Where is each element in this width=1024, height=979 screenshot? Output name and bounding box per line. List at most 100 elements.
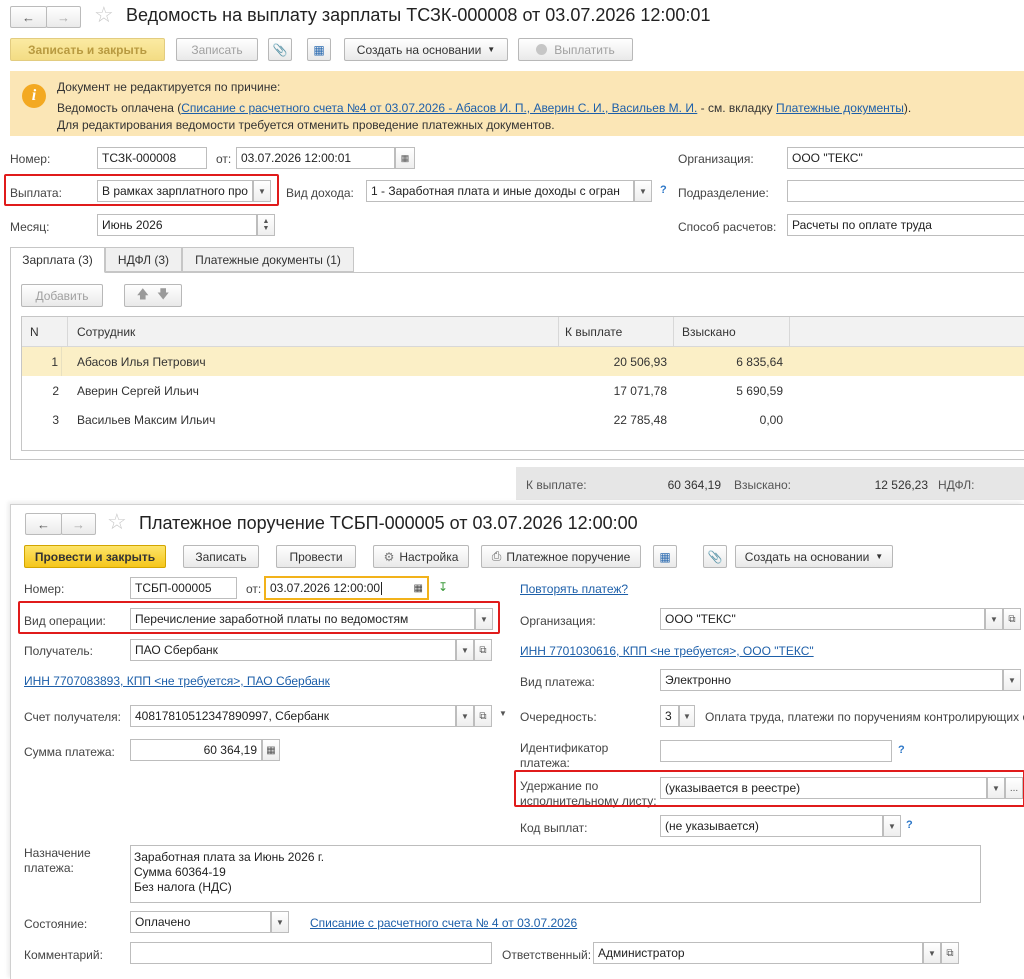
move-down-icon[interactable]: 🡇: [157, 285, 169, 306]
table-row[interactable]: 1 Абасов Илья Петрович 20 506,93 6 835,6…: [22, 347, 1024, 376]
coin-icon: [536, 44, 548, 55]
fill-down-icon[interactable]: ↧: [438, 580, 448, 594]
save-button[interactable]: Записать: [183, 545, 259, 568]
number-field[interactable]: ТСЗК-000008: [97, 147, 207, 169]
save-button[interactable]: Записать: [176, 38, 258, 61]
back-button[interactable]: ←: [10, 6, 47, 28]
forward-button[interactable]: →: [61, 513, 96, 535]
purpose-line: Заработная плата за Июнь 2026 г.: [134, 850, 325, 864]
col-employee[interactable]: Сотрудник: [77, 317, 135, 347]
account-dropdown-icon[interactable]: ▼: [456, 705, 474, 727]
responsible-field[interactable]: Администратор: [593, 942, 923, 964]
favorite-star-icon[interactable]: ☆: [107, 511, 127, 533]
recipient-field[interactable]: ПАО Сбербанк: [130, 639, 456, 661]
identifier-help-icon[interactable]: ?: [898, 744, 905, 756]
paycode-field[interactable]: (не указывается): [660, 815, 883, 837]
gear-icon: ⚙: [383, 549, 395, 564]
col-withheld[interactable]: Взыскано: [682, 317, 736, 347]
priority-dropdown-icon[interactable]: ▼: [679, 705, 695, 727]
create-based-button[interactable]: Создать на основании ▼: [344, 38, 508, 61]
calendar-icon[interactable]: ▦: [414, 583, 423, 594]
withheld-amount: 5 690,59: [736, 383, 783, 398]
col-pay[interactable]: К выплате: [565, 317, 622, 347]
income-dropdown-icon[interactable]: ▼: [634, 180, 652, 202]
payment-docs-link[interactable]: Платежные документы: [776, 101, 904, 115]
table-row[interactable]: 2 Аверин Сергей Ильич 17 071,78 5 690,59: [22, 376, 1024, 405]
responsible-dropdown-icon[interactable]: ▼: [923, 942, 941, 964]
row-number: 2: [52, 383, 59, 398]
number-field[interactable]: ТСБП-000005: [130, 577, 237, 599]
priority-field[interactable]: 3: [660, 705, 679, 727]
table-row[interactable]: 3 Васильев Максим Ильич 22 785,48 0,00: [22, 405, 1024, 434]
structure-icon[interactable]: ▦: [307, 38, 331, 61]
state-dropdown-icon[interactable]: ▼: [271, 911, 289, 933]
chevron-down-icon: ▼: [875, 552, 884, 561]
writeoff-document-link[interactable]: Списание с расчетного счета № 4 от 03.07…: [310, 916, 577, 930]
pay-button[interactable]: Выплатить: [518, 38, 633, 61]
create-based-button[interactable]: Создать на основании ▼: [735, 545, 893, 568]
settings-button[interactable]: ⚙ Настройка: [373, 545, 469, 568]
dept-label: Подразделение:: [678, 186, 769, 200]
date-field[interactable]: 03.07.2026 12:00:00 ▦: [264, 576, 429, 600]
paytype-dropdown-icon[interactable]: ▼: [1003, 669, 1021, 691]
favorite-star-icon[interactable]: ☆: [94, 4, 114, 26]
account-open-icon[interactable]: ⧉: [474, 705, 492, 727]
col-n[interactable]: N: [30, 317, 39, 347]
state-field[interactable]: Оплачено: [130, 911, 271, 933]
payment-order-print-button[interactable]: ⎙ Платежное поручение: [481, 545, 641, 568]
header-separator: [789, 317, 790, 347]
identifier-field[interactable]: [660, 740, 892, 762]
forward-button[interactable]: →: [46, 6, 81, 28]
month-spinner-icon[interactable]: ▲ ▼: [257, 214, 275, 236]
recipient-inn-link[interactable]: ИНН 7707083893, КПП <не требуется>, ПАО …: [24, 674, 330, 688]
create-based-label: Создать на основании: [356, 42, 482, 57]
post-close-button[interactable]: Провести и закрыть: [24, 545, 166, 568]
amount-field[interactable]: 60 364,19: [130, 739, 262, 761]
move-up-icon[interactable]: 🡅: [137, 285, 149, 306]
income-label: Вид дохода:: [286, 186, 354, 200]
repeat-payment-link[interactable]: Повторять платеж?: [520, 582, 628, 596]
date-field[interactable]: 03.07.2026 12:00:01: [236, 147, 395, 169]
account-field[interactable]: 40817810512347890997, Сбербанк: [130, 705, 456, 727]
org-dropdown-icon[interactable]: ▼: [985, 608, 1003, 630]
withheld-amount: 6 835,64: [736, 354, 783, 369]
paycode-dropdown-icon[interactable]: ▼: [883, 815, 901, 837]
save-close-button[interactable]: Записать и закрыть: [10, 38, 165, 61]
structure-icon[interactable]: ▦: [653, 545, 677, 568]
amount-label: Сумма платежа:: [24, 745, 115, 759]
tab-payment-docs[interactable]: Платежные документы (1): [182, 247, 354, 272]
method-field[interactable]: Расчеты по оплате труда: [787, 214, 1024, 236]
recipient-dropdown-icon[interactable]: ▼: [456, 639, 474, 661]
org-field[interactable]: ООО "ТЕКС": [787, 147, 1024, 169]
writeoff-link[interactable]: Списание с расчетного счета №4 от 03.07.…: [181, 101, 697, 115]
paytype-field[interactable]: Электронно: [660, 669, 1003, 691]
month-field[interactable]: Июнь 2026: [97, 214, 257, 236]
org-field[interactable]: ООО "ТЕКС": [660, 608, 985, 630]
calendar-icon[interactable]: ▦: [395, 147, 415, 169]
chevron-down-icon: ▼: [487, 45, 496, 54]
comment-label: Комментарий:: [24, 948, 103, 962]
post-button[interactable]: Провести: [276, 545, 356, 568]
purpose-textarea[interactable]: Заработная плата за Июнь 2026 г. Сумма 6…: [130, 845, 981, 903]
attach-icon[interactable]: 📎: [268, 38, 292, 61]
add-button[interactable]: Добавить: [21, 284, 103, 307]
org-open-icon[interactable]: ⧉: [1003, 608, 1021, 630]
calculator-icon[interactable]: ▦: [262, 739, 280, 761]
tab-ndfl[interactable]: НДФЛ (3): [105, 247, 182, 272]
tab-salary[interactable]: Зарплата (3): [10, 247, 105, 273]
recipient-open-icon[interactable]: ⧉: [474, 639, 492, 661]
income-help-icon[interactable]: ?: [660, 184, 667, 196]
date-label: от:: [216, 152, 232, 166]
responsible-open-icon[interactable]: ⧉: [941, 942, 959, 964]
org-inn-link[interactable]: ИНН 7701030616, КПП <не требуется>, ООО …: [520, 644, 814, 658]
dept-field[interactable]: [787, 180, 1024, 202]
back-button[interactable]: ←: [25, 513, 62, 535]
account-dropdown-arrow-icon[interactable]: ▼: [499, 709, 507, 718]
comment-field[interactable]: [130, 942, 492, 964]
paycode-help-icon[interactable]: ?: [906, 819, 913, 831]
attach-icon[interactable]: 📎: [703, 545, 727, 568]
income-field[interactable]: 1 - Заработная плата и иные доходы с огр…: [366, 180, 634, 202]
paycode-label: Код выплат:: [520, 821, 588, 835]
header-separator: [558, 317, 559, 347]
state-label: Состояние:: [24, 917, 88, 931]
